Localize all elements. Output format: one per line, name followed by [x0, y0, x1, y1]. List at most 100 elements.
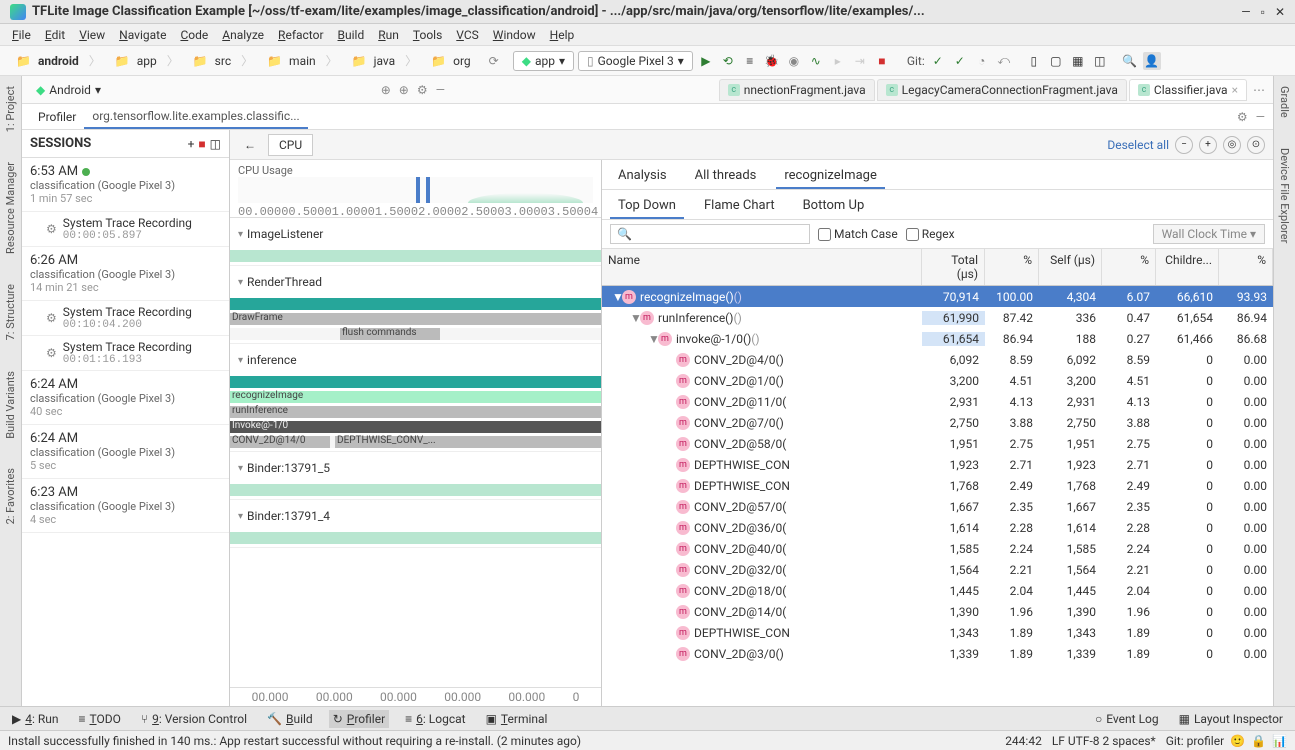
- twisty-icon[interactable]: ▾: [238, 229, 243, 240]
- profiler-package-tab[interactable]: org.tensorflow.lite.examples.classific..…: [84, 105, 307, 129]
- menu-analyze[interactable]: Analyze: [216, 26, 270, 44]
- recording-item[interactable]: ⚙System Trace Recording00:00:05.897: [22, 212, 229, 247]
- menu-code[interactable]: Code: [174, 26, 214, 44]
- editor-tab[interactable]: cLegacyCameraConnectionFragment.java: [877, 79, 1127, 101]
- table-row[interactable]: mCONV_2D@57/0(1,6672.351,6672.3500.00: [602, 496, 1273, 517]
- git-check-icon[interactable]: ✓: [929, 52, 947, 70]
- sync-icon[interactable]: ⟳: [489, 54, 499, 68]
- debug-icon[interactable]: 🐞: [763, 52, 781, 70]
- gear-icon[interactable]: ⚙: [417, 83, 428, 97]
- table-row[interactable]: mCONV_2D@32/0(1,5642.211,5642.2100.00: [602, 559, 1273, 580]
- tool-gradle[interactable]: Gradle: [1278, 86, 1291, 118]
- table-row[interactable]: mCONV_2D@36/0(1,6142.281,6142.2800.00: [602, 517, 1273, 538]
- breadcrumb-app[interactable]: 📁 app: [107, 53, 161, 69]
- analysis-tab[interactable]: All threads: [687, 164, 765, 189]
- table-row[interactable]: mCONV_2D@14/0(1,3901.961,3901.9600.00: [602, 601, 1273, 622]
- zoom-selection-icon[interactable]: ⊙: [1247, 136, 1265, 154]
- add-session-icon[interactable]: +: [188, 137, 195, 151]
- session-item[interactable]: 6:23 AMclassification (Google Pixel 3)4 …: [22, 479, 229, 533]
- tool----project[interactable]: 1: Project: [4, 86, 17, 132]
- minimize-icon[interactable]: —: [1241, 5, 1250, 19]
- menu-build[interactable]: Build: [332, 26, 371, 44]
- view-tab[interactable]: Bottom Up: [795, 194, 873, 219]
- match-case-checkbox[interactable]: Match Case: [818, 227, 898, 241]
- table-row[interactable]: mCONV_2D@7/0()2,7503.882,7503.8800.00: [602, 412, 1273, 433]
- resource-icon[interactable]: ◫: [1091, 52, 1109, 70]
- column-header[interactable]: Childre...: [1156, 249, 1219, 285]
- session-item[interactable]: 6:53 AM classification (Google Pixel 3)1…: [22, 158, 229, 212]
- avd-icon[interactable]: ▯: [1025, 52, 1043, 70]
- column-header[interactable]: %: [1219, 249, 1273, 285]
- column-header[interactable]: %: [985, 249, 1039, 285]
- zoom-in-icon[interactable]: +: [1199, 136, 1217, 154]
- run-config-combo[interactable]: ◆ app ▾: [513, 51, 574, 71]
- maximize-icon[interactable]: ▫: [1261, 5, 1265, 19]
- breadcrumb-src[interactable]: 📁 src: [185, 53, 235, 69]
- column-header[interactable]: Self (µs): [1039, 249, 1102, 285]
- twisty-icon[interactable]: ▼: [612, 290, 622, 304]
- tool-resource-manager[interactable]: Resource Manager: [4, 162, 17, 254]
- analysis-tab[interactable]: Analysis: [610, 164, 675, 189]
- menu-run[interactable]: Run: [372, 26, 405, 44]
- table-row[interactable]: mCONV_2D@1/0()3,2004.513,2004.5100.00: [602, 370, 1273, 391]
- time-mode-dropdown[interactable]: Wall Clock Time ▾: [1153, 224, 1265, 244]
- sdk-icon[interactable]: ▢: [1047, 52, 1065, 70]
- close-icon[interactable]: ✕: [1275, 5, 1285, 19]
- thread-row[interactable]: ▾ Binder:13791_5: [230, 452, 601, 500]
- menu-help[interactable]: Help: [544, 26, 581, 44]
- git-branch[interactable]: Git: profiler: [1166, 734, 1224, 748]
- table-row[interactable]: mCONV_2D@3/0()1,3391.891,3391.8900.00: [602, 643, 1273, 664]
- table-row[interactable]: mCONV_2D@11/0(2,9314.132,9314.1300.00: [602, 391, 1273, 412]
- thread-row[interactable]: ▾ inferencerecognizeImagerunInferenceInv…: [230, 344, 601, 452]
- zoom-out-icon[interactable]: −: [1175, 136, 1193, 154]
- stop-icon[interactable]: ■: [873, 52, 891, 70]
- settings-icon[interactable]: ⚙: [1237, 110, 1248, 124]
- minimize-panel-icon[interactable]: —: [1256, 110, 1265, 124]
- session-item[interactable]: 6:24 AMclassification (Google Pixel 3)40…: [22, 371, 229, 425]
- search-input[interactable]: 🔍: [610, 224, 810, 244]
- thread-row[interactable]: ▾ Binder:13791_4: [230, 500, 601, 548]
- recording-item[interactable]: ⚙System Trace Recording00:10:04.200: [22, 301, 229, 336]
- menu-refactor[interactable]: Refactor: [272, 26, 329, 44]
- table-row[interactable]: mDEPTHWISE_CON1,9232.711,9232.7100.00: [602, 454, 1273, 475]
- menu-view[interactable]: View: [73, 26, 111, 44]
- device-combo[interactable]: ▯ Google Pixel 3 ▾: [578, 51, 693, 71]
- menu-tools[interactable]: Tools: [407, 26, 448, 44]
- twisty-icon[interactable]: ▾: [238, 511, 243, 522]
- git-rollback-icon[interactable]: ⤺: [995, 52, 1013, 70]
- cursor-position[interactable]: 244:42: [1005, 734, 1042, 748]
- table-row[interactable]: mCONV_2D@58/0(1,9512.751,9512.7500.00: [602, 433, 1273, 454]
- menu-window[interactable]: Window: [487, 26, 542, 44]
- stop-session-icon[interactable]: ■: [198, 137, 205, 151]
- tool-device-file-explorer[interactable]: Device File Explorer: [1278, 148, 1291, 243]
- twisty-icon[interactable]: ▼: [648, 332, 658, 346]
- column-header[interactable]: Name: [602, 249, 922, 285]
- coverage-icon[interactable]: ◉: [785, 52, 803, 70]
- tool----structure[interactable]: 7: Structure: [4, 284, 17, 340]
- layout-icon[interactable]: ▦: [1069, 52, 1087, 70]
- more-tabs-icon[interactable]: ⋯: [1253, 83, 1265, 97]
- target-icon[interactable]: ⊕: [381, 83, 391, 97]
- search-field[interactable]: [636, 227, 796, 241]
- editor-tab[interactable]: cnnectionFragment.java: [719, 79, 875, 101]
- twisty-icon[interactable]: ▼: [630, 311, 640, 325]
- cpu-usage-chart[interactable]: CPU Usage 00.00000.50001.00001.50002.000…: [230, 160, 601, 218]
- menu-navigate[interactable]: Navigate: [113, 26, 172, 44]
- column-header[interactable]: Total (µs): [922, 249, 985, 285]
- column-header[interactable]: %: [1102, 249, 1156, 285]
- file-encoding[interactable]: LF UTF-8 2 spaces*: [1052, 734, 1156, 748]
- menu-edit[interactable]: Edit: [39, 26, 71, 44]
- regex-checkbox[interactable]: Regex: [906, 227, 955, 241]
- analysis-tab[interactable]: recognizeImage: [776, 164, 884, 189]
- apply-code-icon[interactable]: ≡: [741, 52, 759, 70]
- table-row[interactable]: mDEPTHWISE_CON1,7682.491,7682.4900.00: [602, 475, 1273, 496]
- breadcrumb-org[interactable]: 📁 org: [423, 53, 474, 69]
- session-item[interactable]: 6:24 AMclassification (Google Pixel 3)5 …: [22, 425, 229, 479]
- inspection-icon[interactable]: 🙂: [1230, 734, 1245, 748]
- deselect-all-link[interactable]: Deselect all: [1107, 138, 1169, 152]
- menu-file[interactable]: File: [6, 26, 37, 44]
- table-row[interactable]: mCONV_2D@4/0()6,0928.596,0928.5900.00: [602, 349, 1273, 370]
- view-tab[interactable]: Top Down: [610, 194, 684, 219]
- apply-changes-icon[interactable]: ⟲: [719, 52, 737, 70]
- table-row[interactable]: ▼ mrunInference() ()61,99087.423360.4761…: [602, 307, 1273, 328]
